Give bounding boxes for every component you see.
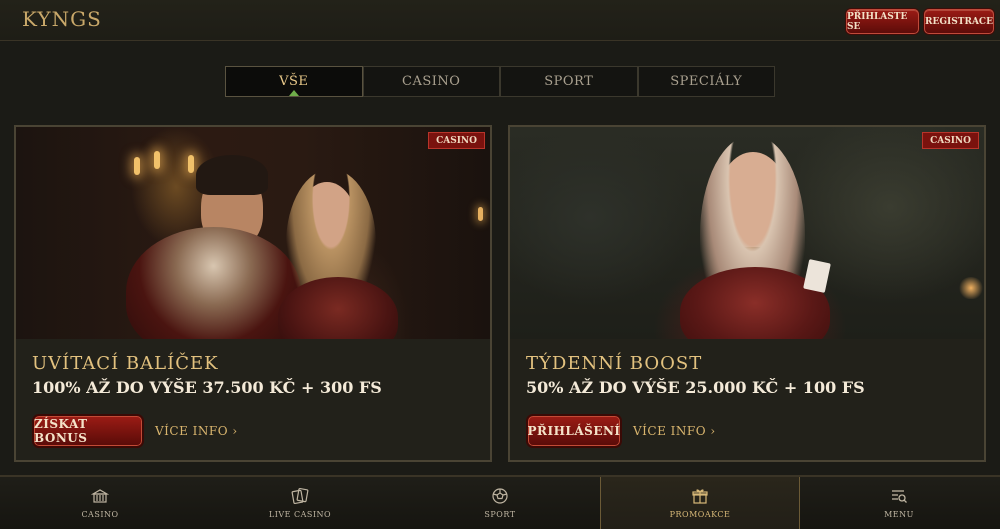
more-info-link[interactable]: VÍCE INFO ›: [633, 424, 716, 438]
promo-subtitle: 100% AŽ DO VÝŠE 37.500 KČ + 300 FS: [32, 378, 382, 397]
soccer-ball-icon: [492, 488, 508, 504]
nav-label: PROMOAKCE: [669, 510, 731, 519]
bottom-navigation: CASINO LIVE CASINO SPORT PROMOAKCE MENU: [0, 475, 1000, 529]
nav-live-casino[interactable]: LIVE CASINO: [200, 477, 400, 529]
tab-casino[interactable]: CASINO: [362, 66, 500, 97]
promo-image-queen-card: CASINO: [510, 127, 984, 339]
tab-specials[interactable]: SPECIÁLY: [637, 66, 775, 97]
get-bonus-button[interactable]: ZÍSKAT BONUS: [32, 414, 144, 448]
login-button[interactable]: PŘIHLASTE SE: [846, 9, 919, 34]
nav-label: MENU: [884, 510, 914, 519]
tab-all[interactable]: VŠE: [225, 66, 363, 97]
casino-icon: [91, 489, 109, 503]
nav-label: CASINO: [81, 510, 119, 519]
nav-menu[interactable]: MENU: [800, 477, 998, 529]
login-cta-button[interactable]: PŘIHLÁŠENÍ: [526, 414, 622, 448]
register-button[interactable]: REGISTRACE: [924, 9, 994, 34]
nav-label: SPORT: [484, 510, 516, 519]
promo-card-welcome: CASINO UVÍTACÍ BALÍČEK 100% AŽ DO VÝŠE 3…: [14, 125, 492, 462]
promo-title: TÝDENNÍ BOOST: [526, 353, 703, 374]
menu-search-icon: [892, 490, 907, 503]
cards-icon: [291, 487, 309, 505]
more-info-link[interactable]: VÍCE INFO ›: [155, 424, 238, 438]
category-badge: CASINO: [922, 132, 979, 149]
tab-sport[interactable]: SPORT: [500, 66, 638, 97]
promo-title: UVÍTACÍ BALÍČEK: [32, 353, 219, 374]
gift-icon: [692, 489, 708, 504]
promo-image-king-queen: CASINO: [16, 127, 490, 339]
nav-label: LIVE CASINO: [268, 510, 332, 519]
promo-filter-tabs: VŠE CASINO SPORT SPECIÁLY: [225, 66, 775, 97]
kyngs-logo[interactable]: KYNGS: [22, 7, 102, 31]
nav-promotions[interactable]: PROMOAKCE: [600, 477, 800, 529]
top-header: KYNGS PŘIHLASTE SE REGISTRACE: [0, 0, 1000, 41]
nav-casino[interactable]: CASINO: [0, 477, 200, 529]
category-badge: CASINO: [428, 132, 485, 149]
promo-card-weekly-boost: CASINO TÝDENNÍ BOOST 50% AŽ DO VÝŠE 25.0…: [508, 125, 986, 462]
promo-subtitle: 50% AŽ DO VÝŠE 25.000 KČ + 100 FS: [526, 378, 865, 397]
nav-sport[interactable]: SPORT: [400, 477, 600, 529]
